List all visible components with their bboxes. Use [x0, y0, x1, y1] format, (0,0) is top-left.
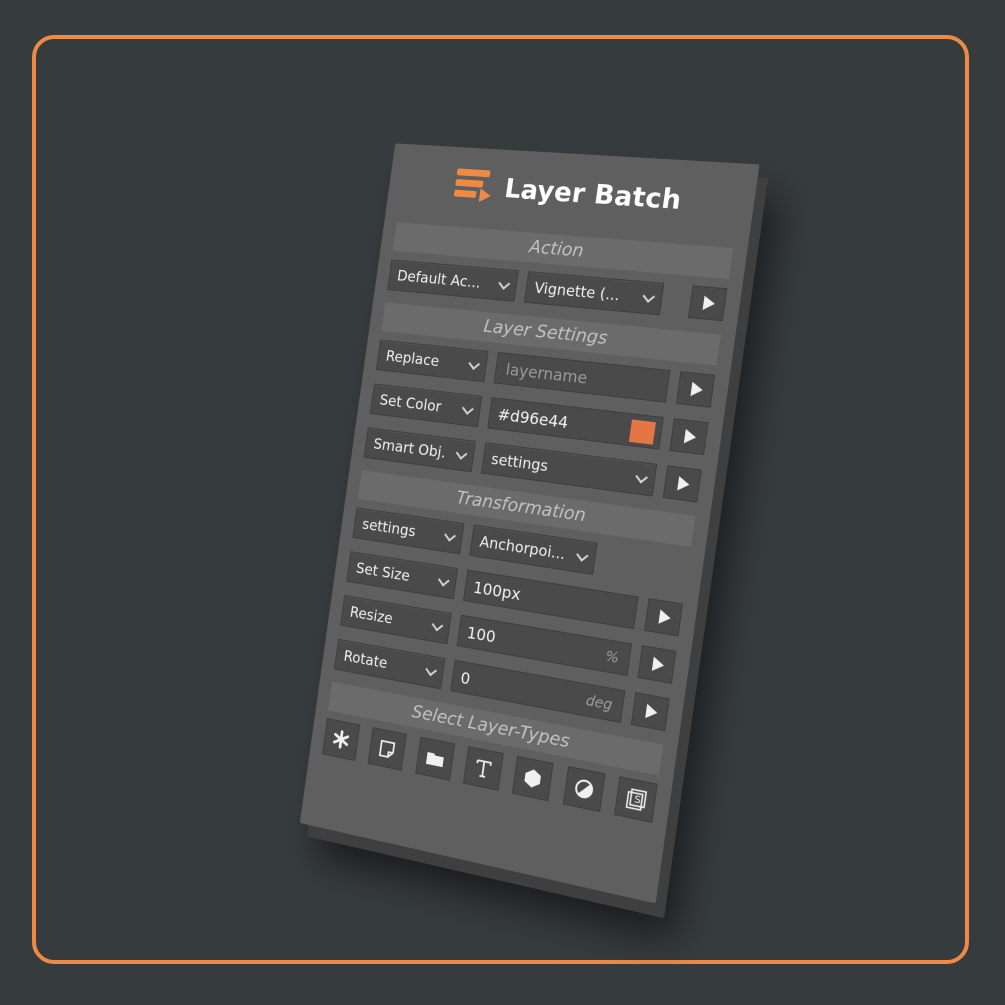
- anchorpoint-value: Anchorpoi...: [478, 532, 567, 564]
- play-icon: [645, 703, 659, 721]
- smart-object-icon: S: [623, 786, 648, 813]
- play-icon: [677, 476, 691, 492]
- chevron-down-icon: [431, 618, 444, 632]
- select-adjustment-layers-button[interactable]: [562, 765, 606, 813]
- chevron-down-icon: [425, 663, 437, 677]
- rotate-unit: deg: [584, 692, 614, 714]
- chevron-down-icon: [455, 447, 468, 460]
- folder-icon: [425, 751, 444, 768]
- chevron-down-icon: [437, 574, 450, 587]
- layer-batch-panel: Layer Batch Action Default Ac... Vignett…: [299, 143, 760, 904]
- transform-settings-select[interactable]: settings: [352, 507, 465, 555]
- run-smart-object-button[interactable]: [662, 465, 702, 503]
- play-icon: [658, 609, 672, 626]
- color-swatch[interactable]: [628, 419, 656, 445]
- adjustment-icon: [571, 776, 596, 803]
- smart-object-value: Smart Obj.: [372, 434, 447, 462]
- color-mode-value: Set Color: [378, 390, 443, 416]
- size-value: 100px: [472, 577, 522, 604]
- chevron-down-icon: [462, 402, 474, 415]
- size-mode-value: Set Size: [355, 559, 411, 585]
- text-icon: [471, 755, 495, 781]
- shape-icon: [524, 767, 542, 790]
- play-icon: [651, 656, 665, 673]
- resize-unit: %: [604, 648, 620, 668]
- run-rotate-button[interactable]: [630, 692, 670, 732]
- layer-icon: [376, 736, 399, 761]
- run-size-button[interactable]: [644, 598, 684, 637]
- chevron-down-icon: [642, 289, 656, 303]
- select-all-types-button[interactable]: [321, 717, 361, 762]
- color-field[interactable]: #d96e44: [487, 397, 664, 450]
- size-mode-select[interactable]: Set Size: [346, 551, 459, 600]
- play-icon: [683, 428, 698, 445]
- resize-value: 100: [465, 622, 497, 647]
- resize-mode-select[interactable]: Resize: [340, 594, 452, 645]
- transform-settings-value: settings: [361, 515, 417, 541]
- rotate-value: 0: [459, 667, 472, 689]
- action-value: Vignette (...: [533, 278, 621, 305]
- select-shape-layers-button[interactable]: [512, 755, 554, 802]
- replace-mode-value: Replace: [384, 347, 441, 371]
- resize-mode-value: Resize: [348, 602, 394, 628]
- smart-object-select[interactable]: Smart Obj.: [363, 427, 477, 473]
- run-color-button[interactable]: [669, 418, 709, 456]
- layername-field[interactable]: [493, 351, 671, 403]
- chevron-down-icon: [468, 357, 481, 370]
- replace-mode-select[interactable]: Replace: [375, 339, 489, 383]
- play-icon: [702, 295, 716, 312]
- run-replace-button[interactable]: [675, 371, 716, 408]
- play-icon: [690, 381, 704, 398]
- chevron-down-icon: [444, 529, 456, 542]
- color-mode-select[interactable]: Set Color: [369, 383, 483, 428]
- anchorpoint-select[interactable]: Anchorpoi...: [469, 524, 598, 575]
- svg-text:S: S: [633, 794, 641, 807]
- panel-transform: Layer Batch Action Default Ac... Vignett…: [299, 143, 760, 904]
- select-groups-button[interactable]: [414, 736, 455, 781]
- chevron-down-icon: [576, 548, 589, 562]
- select-pixel-layers-button[interactable]: [367, 727, 408, 771]
- stage: Layer Batch Action Default Ac... Vignett…: [0, 0, 1005, 1005]
- run-resize-button[interactable]: [637, 645, 677, 684]
- rotate-mode-select[interactable]: Rotate: [333, 638, 446, 690]
- app-title: Layer Batch: [502, 172, 684, 216]
- layer-batch-logo-icon: [453, 168, 492, 203]
- select-text-layers-button[interactable]: [462, 746, 504, 791]
- asterisk-icon: [330, 727, 352, 752]
- action-set-value: Default Ac...: [396, 266, 482, 292]
- rotate-mode-value: Rotate: [342, 646, 389, 673]
- action-set-select[interactable]: Default Ac...: [387, 259, 519, 302]
- action-select[interactable]: Vignette (...: [523, 271, 665, 316]
- select-smart-objects-button[interactable]: S: [614, 776, 658, 823]
- layername-input[interactable]: [502, 358, 661, 397]
- smart-object-settings-select[interactable]: settings: [480, 442, 658, 497]
- smart-object-settings-value: settings: [490, 450, 550, 476]
- chevron-down-icon: [498, 277, 511, 290]
- color-value: #d96e44: [496, 404, 570, 432]
- chevron-down-icon: [635, 470, 649, 484]
- run-action-button[interactable]: [688, 285, 728, 322]
